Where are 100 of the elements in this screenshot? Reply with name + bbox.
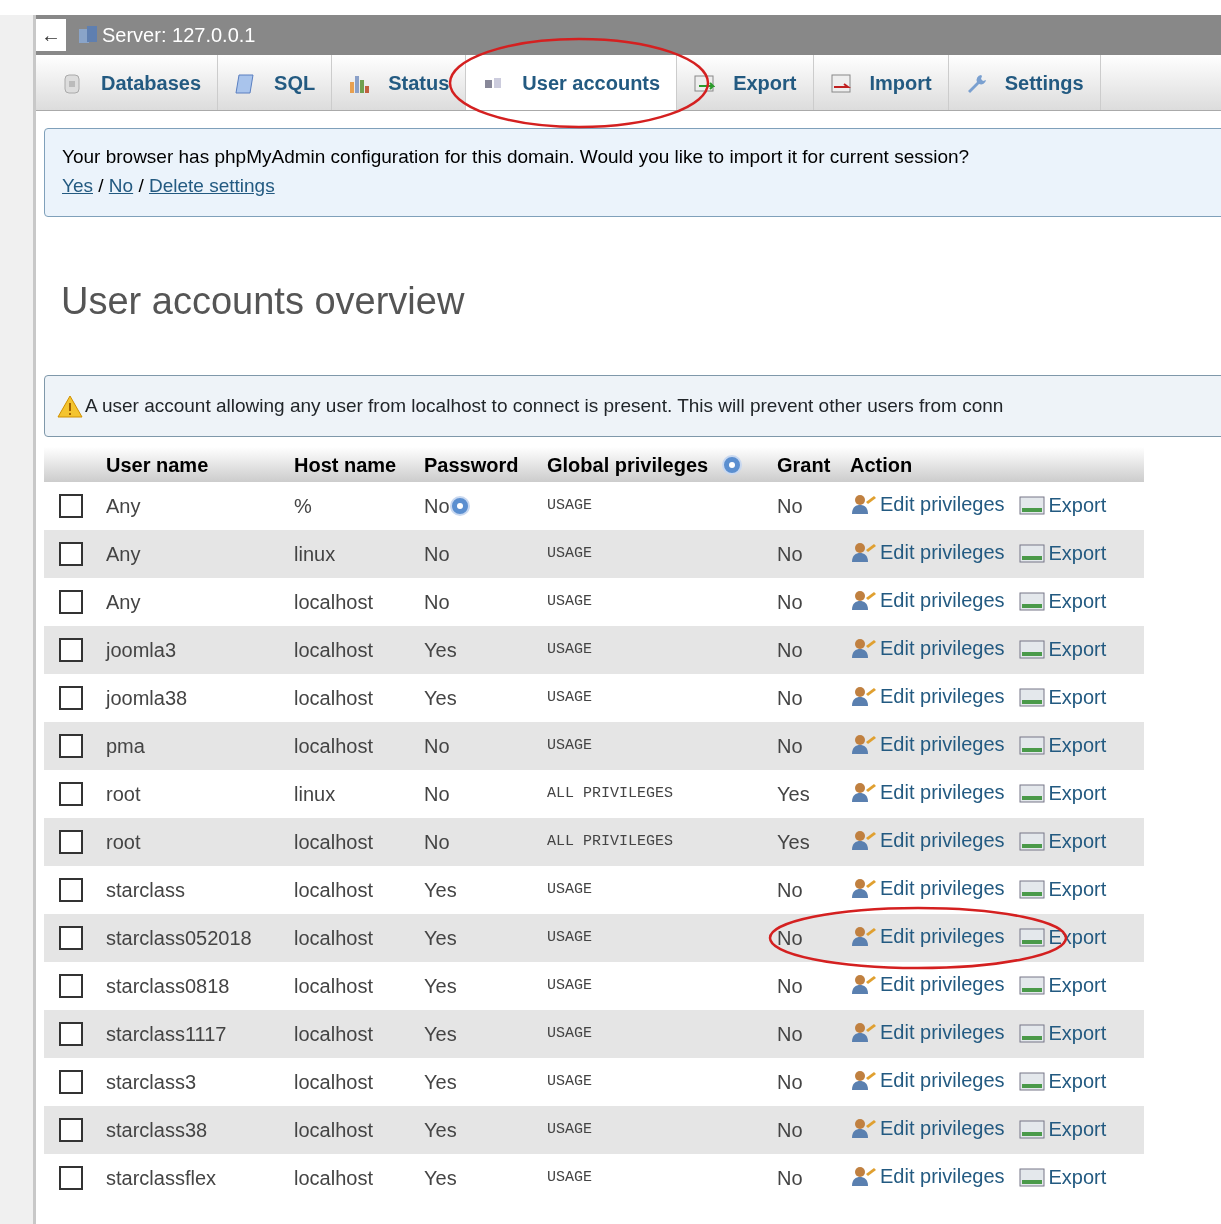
notice-link[interactable]: Yes — [62, 174, 93, 196]
edit-privileges-link[interactable]: Edit privileges — [850, 584, 1005, 615]
page-heading: User accounts overview — [61, 279, 466, 324]
export-link[interactable]: Export — [1018, 873, 1107, 904]
edit-privileges-link[interactable]: Edit privileges — [850, 680, 1005, 711]
row-checkbox[interactable] — [59, 686, 83, 711]
table-cell: No — [771, 1154, 844, 1203]
table-cell: localhost — [288, 674, 418, 723]
document-icon — [234, 71, 257, 94]
table-cell: localhost — [288, 1010, 418, 1059]
column-header: Password — [418, 447, 541, 483]
export-icon — [1018, 733, 1045, 756]
row-checkbox[interactable] — [59, 542, 83, 567]
table-cell: No — [771, 578, 844, 627]
table-cell: localhost — [288, 1058, 418, 1107]
export-icon — [1018, 637, 1045, 660]
warning-icon — [57, 393, 83, 418]
edit-privileges-link[interactable]: Edit privileges — [850, 920, 1005, 951]
edit-privileges-link[interactable]: Edit privileges — [850, 1160, 1005, 1191]
row-checkbox[interactable] — [59, 830, 83, 855]
table-cell: USAGE — [541, 722, 771, 771]
link-separator: / — [137, 174, 145, 196]
table-cell: localhost — [288, 1106, 418, 1155]
table-cell: USAGE — [541, 626, 771, 675]
export-link[interactable]: Export — [1018, 681, 1107, 712]
notice-link[interactable]: No — [108, 174, 134, 196]
export-icon — [1018, 877, 1045, 900]
row-checkbox[interactable] — [59, 878, 83, 903]
table-cell: Yes — [424, 879, 457, 902]
table-cell: USAGE — [541, 1058, 771, 1107]
table-cell: % — [288, 482, 418, 531]
row-checkbox[interactable] — [59, 926, 83, 951]
edit-privileges-link[interactable]: Edit privileges — [850, 872, 1005, 903]
row-checkbox[interactable] — [59, 1166, 83, 1191]
export-icon — [1018, 829, 1045, 852]
edit-privileges-link[interactable]: Edit privileges — [850, 1016, 1005, 1047]
table-cell: starclass1117 — [100, 1010, 288, 1059]
row-checkbox[interactable] — [59, 734, 83, 759]
edit-privileges-link[interactable]: Edit privileges — [850, 728, 1005, 759]
export-link[interactable]: Export — [1018, 1113, 1107, 1144]
table-cell: localhost — [288, 722, 418, 771]
import-icon — [829, 71, 852, 94]
export-link[interactable]: Export — [1018, 969, 1107, 1000]
table-cell: localhost — [288, 626, 418, 675]
edit-privileges-link[interactable]: Edit privileges — [850, 488, 1005, 519]
edit-privileges-link[interactable]: Edit privileges — [850, 536, 1005, 567]
edit-privileges-link[interactable]: Edit privileges — [850, 968, 1005, 999]
column-header: Host name — [288, 447, 418, 483]
export-link[interactable]: Export — [1018, 585, 1107, 616]
tab[interactable]: Import — [813, 55, 949, 110]
export-link[interactable]: Export — [1018, 1017, 1107, 1048]
row-checkbox[interactable] — [59, 638, 83, 663]
row-checkbox[interactable] — [59, 590, 83, 615]
row-checkbox[interactable] — [59, 1118, 83, 1143]
edit-privileges-link[interactable]: Edit privileges — [850, 1112, 1005, 1143]
notice-link[interactable]: Delete settings — [149, 174, 275, 196]
link-separator: / — [97, 174, 105, 196]
edit-privileges-link[interactable]: Edit privileges — [850, 632, 1005, 663]
table-cell: No — [424, 783, 450, 806]
database-icon — [61, 71, 83, 94]
export-link[interactable]: Export — [1018, 1161, 1107, 1192]
row-checkbox[interactable] — [59, 1070, 83, 1095]
export-link[interactable]: Export — [1018, 825, 1107, 856]
row-checkbox[interactable] — [59, 974, 83, 999]
table-cell: starclass — [100, 866, 288, 915]
column-header: Global privileges — [541, 447, 771, 483]
row-checkbox[interactable] — [59, 494, 83, 519]
table-cell: Yes — [424, 639, 457, 662]
export-link[interactable]: Export — [1018, 729, 1107, 760]
export-link[interactable]: Export — [1018, 777, 1107, 808]
tab[interactable]: Export — [677, 55, 814, 110]
export-icon — [1018, 973, 1045, 996]
table-cell: No — [771, 866, 844, 915]
table-cell: localhost — [288, 578, 418, 627]
warning-text: A user account allowing any user from localhost to connect is present. This will prevent other users from conn — [85, 393, 1004, 418]
tab[interactable]: SQL — [218, 55, 333, 110]
tab[interactable]: User accounts — [466, 55, 678, 110]
export-icon — [1018, 1165, 1045, 1188]
export-link[interactable]: Export — [1018, 489, 1107, 520]
edit-privileges-link[interactable]: Edit privileges — [850, 1064, 1005, 1095]
row-checkbox[interactable] — [59, 1022, 83, 1047]
export-link[interactable]: Export — [1018, 1065, 1107, 1096]
export-icon — [1018, 541, 1045, 564]
table-cell: starclass38 — [100, 1106, 288, 1155]
table-cell: Any — [100, 578, 288, 627]
export-icon — [1018, 925, 1045, 948]
table-cell: Yes — [424, 1071, 457, 1094]
export-icon — [1018, 1069, 1045, 1092]
table-cell: localhost — [288, 914, 418, 963]
tab[interactable]: Settings — [948, 55, 1101, 110]
export-link[interactable]: Export — [1018, 633, 1107, 664]
table-cell: No — [424, 831, 450, 854]
export-link[interactable]: Export — [1018, 537, 1107, 568]
edit-privileges-link[interactable]: Edit privileges — [850, 824, 1005, 855]
edit-privileges-link[interactable]: Edit privileges — [850, 776, 1005, 807]
back-button[interactable]: ← — [36, 19, 66, 51]
row-checkbox[interactable] — [59, 782, 83, 807]
tab[interactable]: Databases — [45, 55, 219, 110]
table-cell: Yes — [771, 770, 844, 819]
column-header: Grant — [771, 447, 844, 483]
